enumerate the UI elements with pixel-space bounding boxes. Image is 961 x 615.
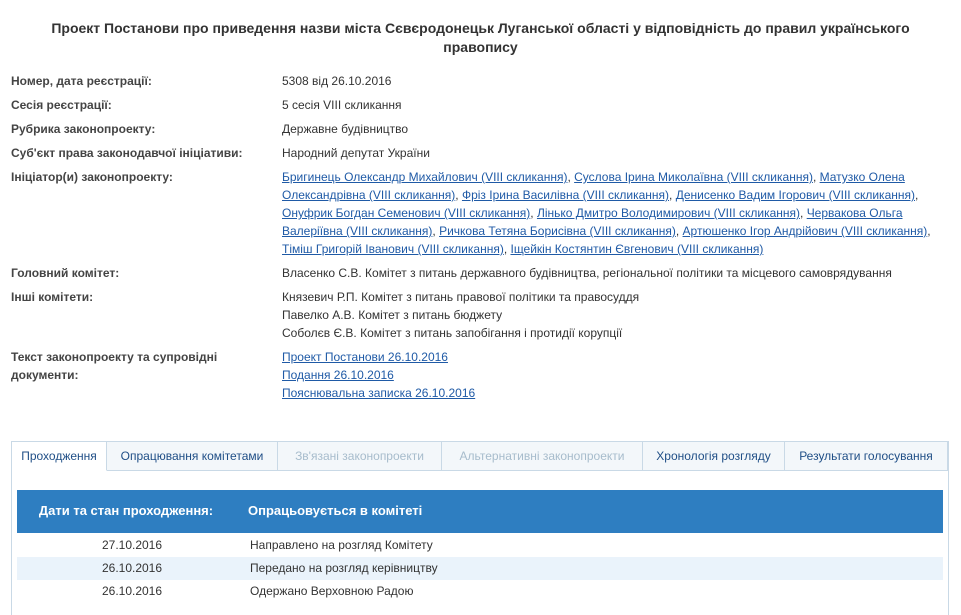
table-row: 26.10.2016 Передано на розгляд керівницт… [17,557,943,580]
main-committee-value: Власенко С.В. Комітет з питань державног… [282,266,892,280]
tab-chronology[interactable]: Хронологія розгляду [643,442,785,471]
initiator-link[interactable]: Артюшенко Ігор Андрійович (VIII скликанн… [683,224,928,238]
initiators-line: Валеріївна (VIII скликання), Ричкова Тет… [282,222,942,240]
initiators-line: Онуфрик Богдан Семенович (VIII скликання… [282,204,942,222]
tab-committees[interactable]: Опрацювання комітетами [107,442,278,471]
row-text: Передано на розгляд керівництву [250,561,438,575]
tab-bar: Проходження Опрацювання комітетами Зв'яз… [12,442,948,471]
other-committees-list: Князевич Р.П. Комітет з питань правової … [282,288,942,342]
other-committee-item: Павелко А.В. Комітет з питань бюджету [282,308,503,322]
initiator-link[interactable]: Іщейкін Костянтин Євгенович (VIII склика… [510,242,763,256]
session-value: 5 сесія VIII скликання [282,98,402,112]
row-text: Одержано Верховною Радою [250,584,414,598]
initiator-link[interactable]: Матузко Олена [820,170,905,184]
documents-label: Текст законопроекту та супровідні докуме… [11,350,218,382]
rubric-value: Державне будівництво [282,122,409,136]
document-link-explanatory-note[interactable]: Пояснювальна записка 26.10.2016 [282,384,942,402]
initiator-separator: , [915,188,919,202]
tab-related-bills[interactable]: Зв'язані законопроекти [278,442,442,471]
initiator-link[interactable]: Суслова Ірина Миколаївна (VIII скликання… [574,170,813,184]
initiator-separator: , [812,170,820,184]
subject-value: Народний депутат України [282,146,430,160]
initiator-link[interactable]: Тіміш Григорій Іванович (VIII скликання) [282,242,504,256]
initiators-line: Тіміш Григорій Іванович (VIII скликання)… [282,240,942,258]
initiator-link[interactable]: Червакова Ольга [807,206,903,220]
row-date: 27.10.2016 [101,538,163,552]
initiator-separator: , [800,206,807,220]
initiator-link[interactable]: Бригинець Олександр Михайлович (VIII скл… [282,170,567,184]
initiators-label: Ініціатор(и) законопроекту: [11,170,173,184]
initiator-link[interactable]: Фріз Ірина Василівна (VIII скликання) [462,188,669,202]
initiators-line: Бригинець Олександр Михайлович (VIII скл… [282,168,942,186]
tab-progress[interactable]: Проходження [12,442,107,471]
table-row: 26.10.2016 Одержано Верховною Радою [17,580,943,603]
documents-list: Проект Постанови 26.10.2016 Подання 26.1… [282,348,942,402]
initiator-link[interactable]: Денисенко Вадим Ігорович (VIII скликання… [676,188,915,202]
header-dates: Дати та стан проходження: [38,503,214,518]
initiator-separator: , [530,206,537,220]
registration-value: 5308 від 26.10.2016 [282,74,392,88]
table-row: 27.10.2016 Направлено на розгляд Комітет… [17,534,943,557]
tabs-panel: Проходження Опрацювання комітетами Зв'яз… [11,441,949,615]
row-date: 26.10.2016 [101,584,163,598]
registration-label: Номер, дата реєстрації: [11,74,152,88]
tab-voting-results[interactable]: Результати голосування [785,442,948,471]
main-committee-label: Головний комітет: [11,266,120,280]
tab-alternative-bills[interactable]: Альтернативні законопроекти [442,442,643,471]
initiators-line: Олександрівна (VIII скликання), Фріз Іри… [282,186,942,204]
document-link-draft[interactable]: Проект Постанови 26.10.2016 [282,348,942,366]
subject-label: Суб'єкт права законодавчої ініціативи: [11,146,243,160]
initiators-list: Бригинець Олександр Михайлович (VIII скл… [282,168,942,258]
initiator-link[interactable]: Онуфрик Богдан Семенович (VIII скликання… [282,206,530,220]
row-date: 26.10.2016 [101,561,163,575]
initiator-link[interactable]: Ричкова Тетяна Борисівна (VIII скликання… [439,224,676,238]
rubric-label: Рубрика законопроекту: [11,122,156,136]
other-committee-item: Князевич Р.П. Комітет з питань правової … [282,290,640,304]
row-text: Направлено на розгляд Комітету [250,538,433,552]
other-committees-label: Інші комітети: [11,290,94,304]
page-title: Проект Постанови про приведення назви мі… [51,20,910,55]
status-table-header: Дати та стан проходження: Опрацьовується… [17,490,943,533]
initiator-separator: , [927,224,931,238]
status-table: Дати та стан проходження: Опрацьовується… [17,490,943,603]
initiator-separator: , [675,224,683,238]
initiator-link[interactable]: Валеріївна (VIII скликання) [282,224,432,238]
document-link-submission[interactable]: Подання 26.10.2016 [282,366,942,384]
other-committee-item: Соболєв Є.В. Комітет з питань запобіганн… [282,326,623,340]
session-label: Сесія реєстрації: [11,98,112,112]
initiator-link[interactable]: Лінько Дмитро Володимирович (VIII склика… [537,206,800,220]
initiator-separator: , [669,188,676,202]
initiator-link[interactable]: Олександрівна (VIII скликання) [282,188,455,202]
header-state: Опрацьовується в комітеті [248,503,423,518]
initiator-separator: , [455,188,462,202]
